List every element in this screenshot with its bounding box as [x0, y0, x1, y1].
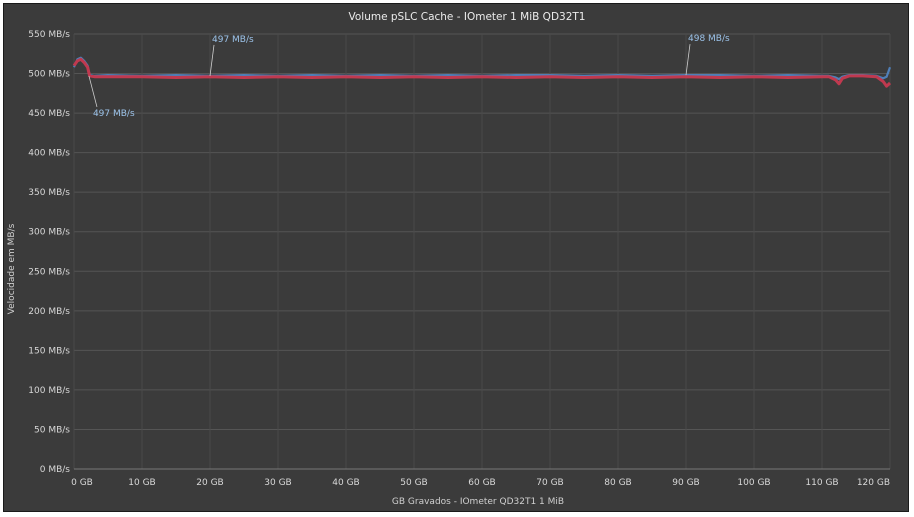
- annotation-label: 498 MB/s: [688, 34, 730, 44]
- y-tick-label: 150 MB/s: [28, 346, 70, 356]
- x-tick-label: 50 GB: [400, 478, 427, 488]
- y-tick-label: 250 MB/s: [28, 267, 70, 277]
- y-tick-label: 550 MB/s: [28, 30, 70, 40]
- x-tick-label: 90 GB: [672, 478, 699, 488]
- x-tick-label: 70 GB: [536, 478, 563, 488]
- x-tick-label: 110 GB: [805, 478, 838, 488]
- y-tick-label: 200 MB/s: [28, 307, 70, 317]
- annotation-label: 497 MB/s: [93, 109, 135, 119]
- annotation-leader: [209, 44, 215, 76]
- x-axis-label: GB Gravados - IOmeter QD32T1 1 MiB: [392, 497, 564, 507]
- y-tick-label: 0 MB/s: [40, 465, 71, 475]
- y-tick-label: 400 MB/s: [28, 149, 70, 159]
- x-tick-label: 40 GB: [332, 478, 359, 488]
- y-axis-ticks: 0 MB/s 50 MB/s 100 MB/s 150 MB/s 200 MB/s 250…: [28, 30, 70, 475]
- annotation-leader: [685, 44, 691, 76]
- line-chart: Volume pSLC Cache - IOmeter 1 MiB QD32T1…: [7, 11, 892, 507]
- y-tick-label: 500 MB/s: [28, 70, 70, 80]
- x-tick-label: 10 GB: [128, 478, 155, 488]
- x-tick-label: 100 GB: [737, 478, 770, 488]
- y-axis-label: Velocidade em MB/s: [7, 223, 17, 314]
- y-tick-label: 300 MB/s: [28, 228, 70, 238]
- x-axis-ticks: 0 GB 10 GB 20 GB 30 GB 40 GB 50 GB 60 GB 70 GB 8…: [71, 478, 890, 488]
- grid-lines: [73, 33, 891, 470]
- x-tick-label: 60 GB: [468, 478, 495, 488]
- x-tick-label: 30 GB: [264, 478, 291, 488]
- x-tick-label: 120 GB: [857, 478, 890, 488]
- annotation-label: 497 MB/s: [212, 35, 254, 45]
- y-tick-label: 100 MB/s: [28, 386, 70, 396]
- y-tick-label: 450 MB/s: [28, 109, 70, 119]
- x-tick-label: 20 GB: [196, 478, 223, 488]
- chart-frame: Volume pSLC Cache - IOmeter 1 MiB QD32T1…: [3, 3, 909, 512]
- y-tick-label: 350 MB/s: [28, 188, 70, 198]
- chart-title: Volume pSLC Cache - IOmeter 1 MiB QD32T1: [349, 11, 586, 23]
- annotation-leader: [88, 75, 98, 108]
- x-tick-label: 0 GB: [71, 478, 93, 488]
- y-tick-label: 50 MB/s: [34, 425, 70, 435]
- x-tick-label: 80 GB: [604, 478, 631, 488]
